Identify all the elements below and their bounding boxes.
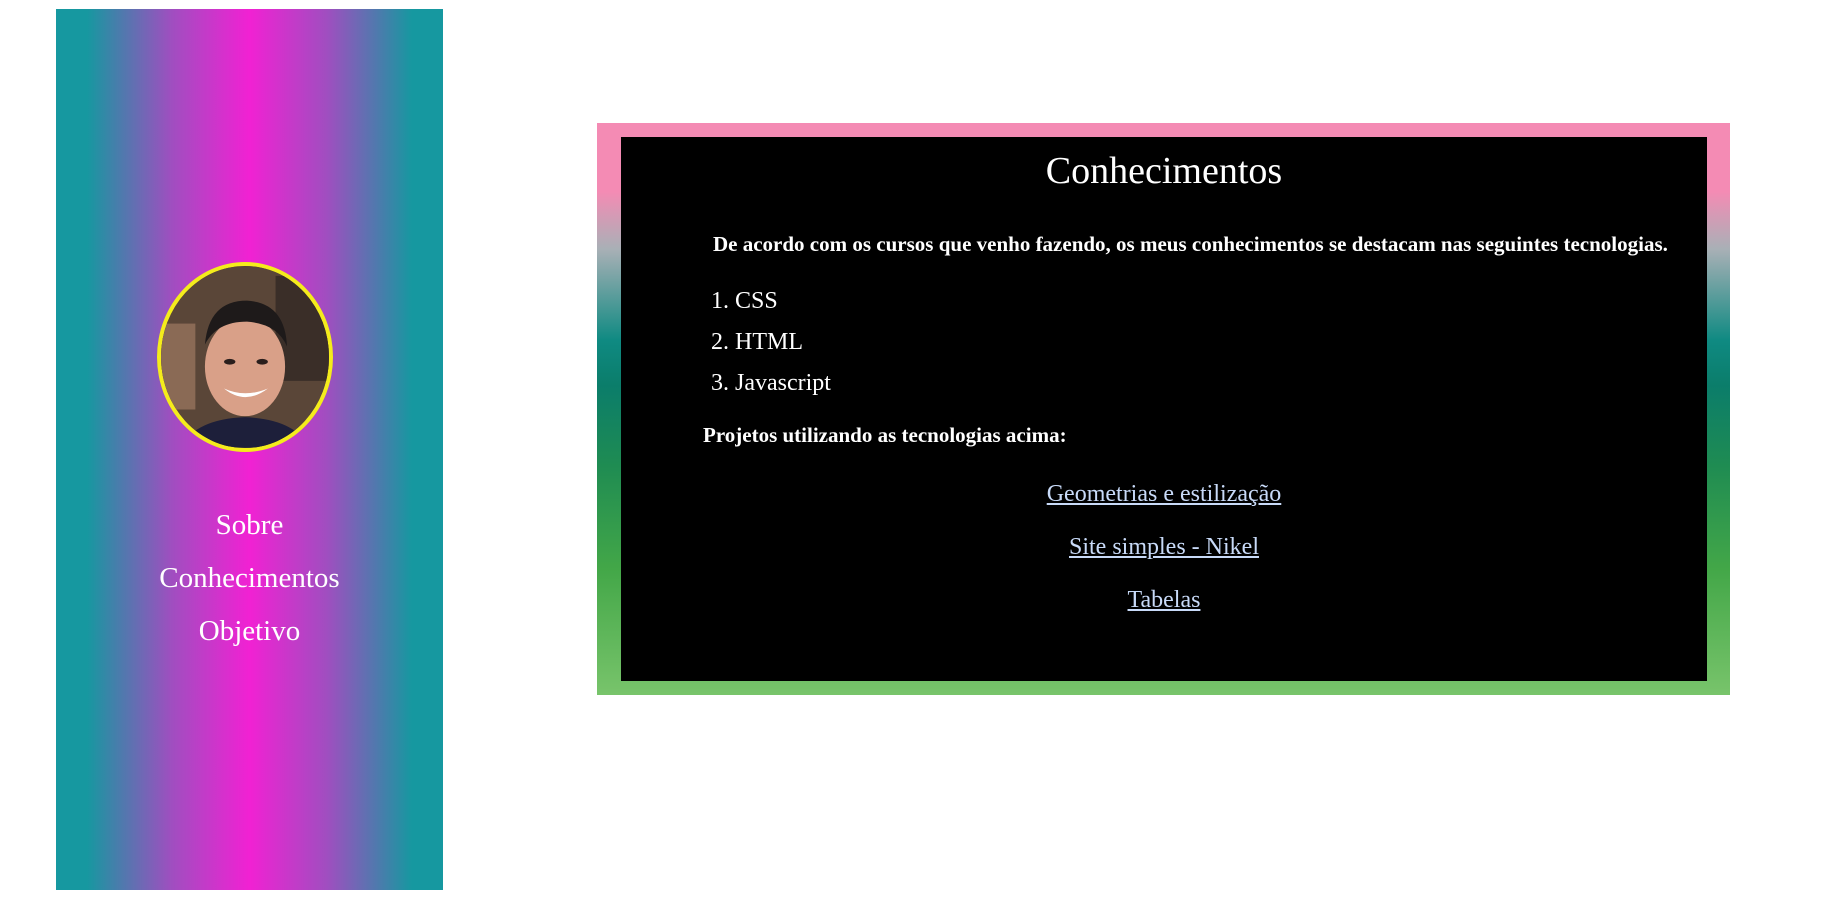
technologies-list: CSS HTML Javascript: [647, 281, 1681, 404]
sidebar-nav: Sobre Conhecimentos Objetivo: [56, 499, 443, 658]
nav-link-conhecimentos[interactable]: Conhecimentos: [56, 552, 443, 605]
nav-link-objetivo[interactable]: Objetivo: [56, 605, 443, 658]
sidebar: Sobre Conhecimentos Objetivo: [56, 9, 443, 890]
project-link-geometrias[interactable]: Geometrias e estilização: [647, 468, 1681, 521]
project-link-tabelas[interactable]: Tabelas: [647, 574, 1681, 627]
projects-heading: Projetos utilizando as tecnologias acima…: [703, 423, 1067, 447]
projects-links: Geometrias e estilização Site simples - …: [647, 468, 1681, 627]
intro-paragraph: De acordo com os cursos que venho fazend…: [713, 232, 1668, 256]
profile-photo: [161, 266, 329, 448]
knowledge-panel: Conhecimentos De acordo com os cursos qu…: [621, 137, 1707, 681]
page-title: Conhecimentos: [1045, 150, 1283, 192]
profile-avatar: [157, 262, 333, 452]
list-item: Javascript: [735, 363, 1681, 404]
list-item: HTML: [735, 322, 1681, 363]
project-link-nikel[interactable]: Site simples - Nikel: [647, 521, 1681, 574]
content-frame: Conhecimentos De acordo com os cursos qu…: [597, 123, 1730, 695]
nav-link-sobre[interactable]: Sobre: [56, 499, 443, 552]
list-item: CSS: [735, 281, 1681, 322]
